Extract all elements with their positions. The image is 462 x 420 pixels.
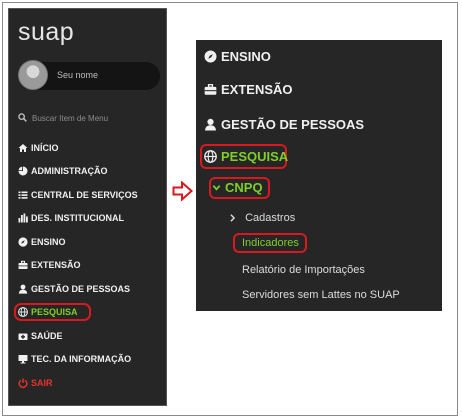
zoom-item-label: GESTÃO DE PESSOAS <box>221 117 365 132</box>
zoom-item-extensao[interactable]: EXTENSÃO <box>203 82 293 97</box>
desktop-icon <box>17 354 28 365</box>
highlight-box <box>14 302 91 321</box>
avatar <box>18 60 48 90</box>
zoom-item-cnpq[interactable]: CNPQ <box>212 180 263 195</box>
sidebar-item-central-servicos[interactable]: CENTRAL DE SERVIÇOS <box>17 183 163 207</box>
sidebar-item-tec-informacao[interactable]: TEC. DA INFORMAÇÃO <box>17 348 163 372</box>
sidebar-item-label: CENTRAL DE SERVIÇOS <box>31 189 138 200</box>
zoom-item-relatorio-importacoes[interactable]: Relatório de Importações <box>242 264 365 276</box>
zoom-item-label: Indicadores <box>242 237 299 249</box>
search-icon <box>18 113 27 122</box>
compass-icon <box>203 50 217 64</box>
sidebar-item-label: DES. INSTITUCIONAL <box>31 213 125 224</box>
zoom-item-label: ENSINO <box>221 49 271 64</box>
sidebar-item-pesquisa[interactable]: PESQUISA <box>14 301 163 325</box>
pie-chart-icon <box>17 166 28 177</box>
sidebar-item-administracao[interactable]: ADMINISTRAÇÃO <box>17 160 163 184</box>
bar-chart-icon <box>17 213 28 224</box>
user-icon <box>203 118 217 132</box>
sidebar-item-des-institucional[interactable]: DES. INSTITUCIONAL <box>17 207 163 231</box>
sidebar-item-sair[interactable]: SAIR <box>17 371 163 395</box>
compass-icon <box>17 236 28 247</box>
search-input[interactable] <box>32 112 156 124</box>
medkit-icon <box>17 330 28 341</box>
zoom-item-label: CNPQ <box>225 180 263 195</box>
sidebar-item-label: ENSINO <box>31 236 66 247</box>
zoom-item-label: Cadastros <box>245 212 296 224</box>
sidebar-menu: INÍCIO ADMINISTRAÇÃO CENTRAL DE SERVIÇOS… <box>14 136 163 395</box>
zoom-item-label: EXTENSÃO <box>221 82 293 97</box>
sidebar-item-label: ADMINISTRAÇÃO <box>31 166 108 177</box>
zoomed-menu-panel: ENSINO EXTENSÃO GESTÃO DE PESSOAS PESQUI… <box>196 40 442 311</box>
zoom-item-servidores-sem-lattes[interactable]: Servidores sem Lattes no SUAP <box>242 289 400 301</box>
user-icon <box>17 283 28 294</box>
zoom-item-cadastros[interactable]: Cadastros <box>229 212 295 224</box>
zoom-item-indicadores[interactable]: Indicadores <box>242 237 299 249</box>
globe-icon <box>203 150 217 164</box>
user-name: Seu nome <box>57 70 99 80</box>
sidebar-item-label: TEC. DA INFORMAÇÃO <box>31 354 132 365</box>
sidebar-item-saude[interactable]: SAÚDE <box>17 324 163 348</box>
sidebar: suap Seu nome INÍCIO ADMINISTRAÇÃO <box>8 8 167 406</box>
briefcase-icon <box>17 260 28 271</box>
arrow-right-icon <box>172 181 193 201</box>
briefcase-icon <box>203 83 217 97</box>
sidebar-item-label: GESTÃO DE PESSOAS <box>31 283 131 294</box>
zoom-item-pesquisa[interactable]: PESQUISA <box>203 149 288 164</box>
zoom-item-gestao-pessoas[interactable]: GESTÃO DE PESSOAS <box>203 117 364 132</box>
sidebar-item-ensino[interactable]: ENSINO <box>17 230 163 254</box>
zoom-item-ensino[interactable]: ENSINO <box>203 49 271 64</box>
list-icon <box>17 189 28 200</box>
power-icon <box>17 377 28 388</box>
sidebar-item-gestao-pessoas[interactable]: GESTÃO DE PESSOAS <box>17 277 163 301</box>
chevron-down-icon <box>212 185 221 191</box>
zoom-item-label: PESQUISA <box>221 149 289 164</box>
menu-search <box>18 112 158 126</box>
zoom-item-label: Relatório de Importações <box>242 264 365 276</box>
sidebar-item-label: SAÚDE <box>31 330 63 341</box>
sidebar-item-label: INÍCIO <box>31 142 59 153</box>
sidebar-item-label: EXTENSÃO <box>31 260 81 271</box>
chevron-right-icon <box>230 214 236 222</box>
sidebar-item-inicio[interactable]: INÍCIO <box>17 136 163 160</box>
sidebar-item-extensao[interactable]: EXTENSÃO <box>17 254 163 278</box>
sidebar-item-label: SAIR <box>31 377 53 388</box>
user-profile[interactable]: Seu nome <box>18 60 160 90</box>
app-logo[interactable]: suap <box>18 18 74 47</box>
zoom-item-label: Servidores sem Lattes no SUAP <box>242 289 400 301</box>
home-icon <box>17 142 28 153</box>
